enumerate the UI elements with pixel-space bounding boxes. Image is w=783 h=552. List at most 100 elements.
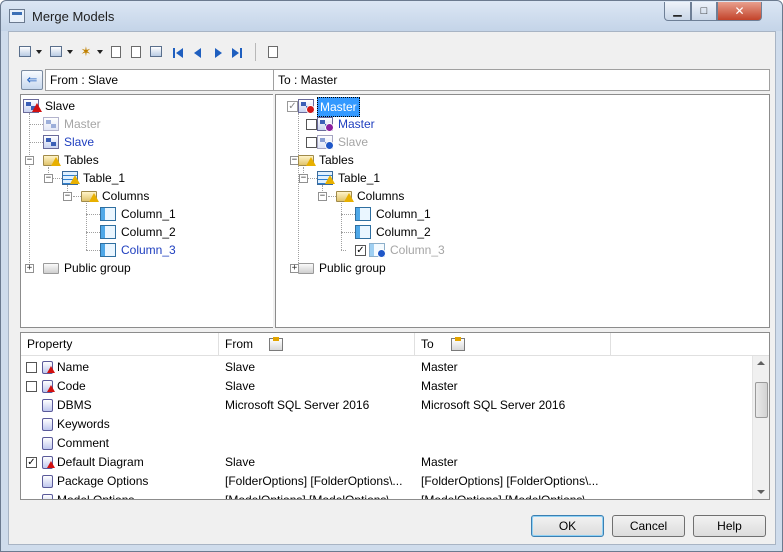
- tree-node-master-shortcut[interactable]: Master: [21, 115, 261, 133]
- tree-node-table-1[interactable]: − Table_1: [21, 169, 261, 187]
- delete-icon: [306, 105, 315, 114]
- ok-button[interactable]: OK: [531, 515, 604, 537]
- copy-icon[interactable]: [17, 44, 33, 60]
- from-model-tree[interactable]: Slave Master Slave − Tables − Table_1 − …: [20, 94, 274, 328]
- column-header-to[interactable]: To: [415, 333, 611, 356]
- delete-icon: [325, 123, 334, 132]
- tree-node-tables[interactable]: − Tables: [21, 151, 261, 169]
- merge-checkbox[interactable]: ✓: [26, 457, 37, 468]
- error-icon: [47, 385, 55, 392]
- report-icon[interactable]: [265, 44, 281, 60]
- wand-dropdown-icon[interactable]: [97, 50, 103, 54]
- property-icon: [42, 399, 53, 412]
- error-icon: [47, 366, 55, 373]
- title-bar[interactable]: Merge Models ▁ □ ✕: [1, 1, 782, 31]
- collapse-icon[interactable]: −: [25, 156, 34, 165]
- expand-icon[interactable]: +: [25, 264, 34, 273]
- tree-node-master-root[interactable]: ✓ Master: [276, 97, 516, 117]
- tree-node-public-group[interactable]: + Public group: [21, 259, 261, 277]
- toolbar: ✶: [15, 42, 315, 64]
- error-icon: [47, 461, 55, 468]
- merge-checkbox[interactable]: [306, 137, 317, 148]
- find-icon[interactable]: [128, 44, 144, 60]
- collapse-icon[interactable]: −: [299, 174, 308, 183]
- toolbar-separator: [255, 43, 256, 61]
- tree-node-slave-root[interactable]: Slave: [21, 97, 261, 115]
- column-icon: [355, 207, 371, 221]
- tree-node-columns[interactable]: − Columns: [276, 187, 516, 205]
- tree-node-columns[interactable]: − Columns: [21, 187, 261, 205]
- collapse-icon[interactable]: −: [318, 192, 327, 201]
- scroll-thumb[interactable]: [755, 382, 768, 418]
- first-icon[interactable]: [170, 44, 186, 60]
- tree-node-column-1[interactable]: Column_1: [21, 205, 261, 223]
- column-icon: [100, 243, 116, 257]
- property-icon: [42, 437, 53, 450]
- property-icon: [42, 475, 53, 488]
- tree-node-column-2[interactable]: Column_2: [276, 223, 516, 241]
- maximize-button[interactable]: □: [691, 2, 717, 21]
- copy-alt-dropdown-icon[interactable]: [67, 50, 73, 54]
- column-header-property[interactable]: Property: [21, 333, 219, 356]
- last-icon[interactable]: [229, 44, 245, 60]
- tree-node-column-3[interactable]: ✓ Column_3: [276, 241, 516, 259]
- merge-checkbox[interactable]: ✓: [355, 245, 366, 256]
- merge-checkbox[interactable]: [26, 381, 37, 392]
- to-model-tree[interactable]: ✓ Master Master Slave − Tables − Table_1…: [275, 94, 770, 328]
- property-row-name[interactable]: Name Slave Master: [21, 358, 746, 377]
- property-row-dbms[interactable]: DBMS Microsoft SQL Server 2016 Microsoft…: [21, 396, 746, 415]
- dialog-client-area: ✶ ⇐ From : Slave To : Master Slave Maste…: [8, 31, 776, 545]
- scroll-up-icon[interactable]: [757, 361, 765, 365]
- properties-icon[interactable]: [108, 44, 124, 60]
- warning-icon: [325, 175, 335, 184]
- property-icon: [42, 494, 53, 499]
- tree-node-column-3[interactable]: Column_3: [21, 241, 261, 259]
- tree-node-column-2[interactable]: Column_2: [21, 223, 261, 241]
- property-row-code[interactable]: Code Slave Master: [21, 377, 746, 396]
- property-list[interactable]: Property From To Name Slave Master Code …: [20, 332, 770, 500]
- add-icon: [325, 141, 334, 150]
- help-button[interactable]: Help: [693, 515, 766, 537]
- property-row-keywords[interactable]: Keywords: [21, 415, 746, 434]
- wand-icon[interactable]: ✶: [78, 44, 94, 60]
- property-row-comment[interactable]: Comment: [21, 434, 746, 453]
- cancel-button[interactable]: Cancel: [612, 515, 685, 537]
- tree-node-column-1[interactable]: Column_1: [276, 205, 516, 223]
- tree-node-master-shortcut[interactable]: Master: [276, 115, 516, 133]
- property-row-default-diagram[interactable]: ✓ Default Diagram Slave Master: [21, 453, 746, 472]
- to-panel-header: To : Master: [273, 69, 770, 91]
- column-header-from[interactable]: From: [219, 333, 415, 356]
- swap-direction-button[interactable]: ⇐: [21, 70, 43, 90]
- copy-dropdown-icon[interactable]: [36, 50, 42, 54]
- tree-node-tables[interactable]: − Tables: [276, 151, 516, 169]
- folder-icon: [298, 263, 314, 274]
- edit-to-icon[interactable]: [451, 337, 465, 351]
- column-icon: [355, 225, 371, 239]
- scroll-down-icon[interactable]: [757, 490, 765, 494]
- minimize-button[interactable]: ▁: [664, 2, 691, 21]
- merge-checkbox[interactable]: [26, 362, 37, 373]
- model-shortcut-icon: [43, 117, 59, 131]
- next-icon[interactable]: [210, 44, 226, 60]
- tree-node-slave-shortcut[interactable]: Slave: [21, 133, 261, 151]
- folder-icon: [43, 263, 59, 274]
- previous-icon[interactable]: [190, 44, 206, 60]
- property-row-model-options[interactable]: Model Options [ModelOptions] [ModelOptio…: [21, 491, 746, 499]
- collapse-icon[interactable]: −: [44, 174, 53, 183]
- copy-alt-icon[interactable]: [48, 44, 64, 60]
- property-row-package-options[interactable]: Package Options [FolderOptions] [FolderO…: [21, 472, 746, 491]
- merge-checkbox[interactable]: ✓: [287, 101, 298, 112]
- tree-node-slave-shortcut[interactable]: Slave: [276, 133, 516, 151]
- collapse-icon[interactable]: −: [63, 192, 72, 201]
- model-shortcut-icon: [43, 135, 59, 149]
- compare-icon[interactable]: [148, 44, 164, 60]
- merge-checkbox[interactable]: [306, 119, 317, 130]
- property-list-scrollbar[interactable]: [752, 356, 769, 499]
- edit-from-icon[interactable]: [269, 337, 283, 351]
- window-title: Merge Models: [32, 9, 115, 24]
- warning-icon: [89, 193, 99, 202]
- warning-icon: [306, 157, 316, 166]
- tree-node-public-group[interactable]: + Public group: [276, 259, 516, 277]
- tree-node-table-1[interactable]: − Table_1: [276, 169, 516, 187]
- close-button[interactable]: ✕: [717, 2, 762, 21]
